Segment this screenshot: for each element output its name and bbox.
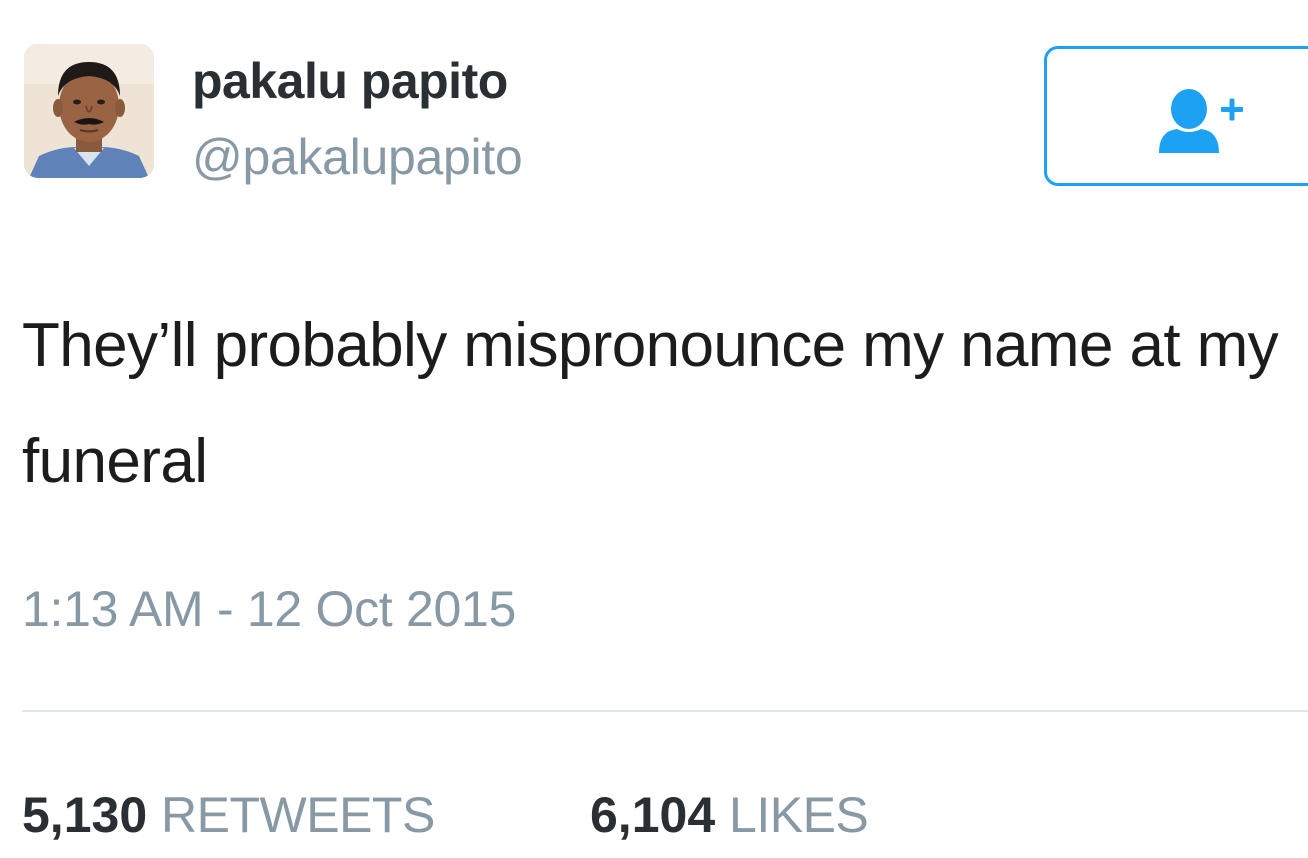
tweet-card: pakalu papito @pakalupapito They’ll prob… xyxy=(0,0,1308,858)
retweets-label: RETWEETS xyxy=(161,787,435,843)
retweets-count: 5,130 xyxy=(22,787,148,843)
avatar[interactable] xyxy=(24,44,154,178)
follow-user-icon xyxy=(1159,89,1243,153)
follow-button[interactable] xyxy=(1044,46,1308,186)
avatar-image xyxy=(24,44,154,178)
likes-stat[interactable]: 6,104 LIKES xyxy=(590,786,869,844)
user-handle[interactable]: @pakalupapito xyxy=(192,128,523,186)
tweet-timestamp[interactable]: 1:13 AM - 12 Oct 2015 xyxy=(22,580,516,638)
divider xyxy=(22,710,1308,712)
display-name[interactable]: pakalu papito xyxy=(192,52,508,110)
retweets-stat[interactable]: 5,130 RETWEETS xyxy=(22,786,435,844)
tweet-text: They’ll probably mispronounce my name at… xyxy=(22,311,1279,496)
likes-label: LIKES xyxy=(729,787,869,843)
likes-count: 6,104 xyxy=(590,787,716,843)
